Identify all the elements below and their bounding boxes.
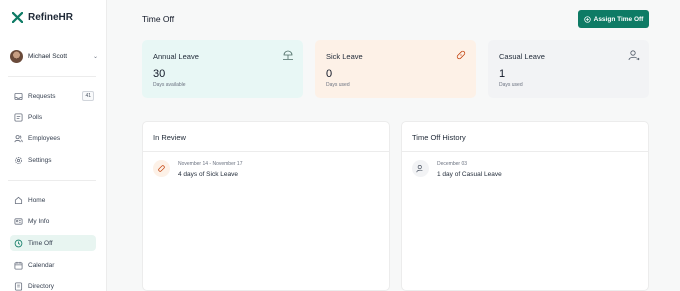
avatar: [10, 50, 23, 63]
clock-icon: [14, 239, 23, 247]
entry-text: 1 day of Casual Leave: [437, 171, 502, 178]
time-off-history-panel: Time Off History December 03 1 day of Ca…: [401, 121, 649, 291]
casual-leave-sub: Days used: [499, 82, 523, 88]
directory-icon: [14, 281, 23, 291]
nav-label: Requests: [28, 92, 56, 100]
sick-leave-card: Sick Leave 0 Days used: [315, 40, 476, 98]
sick-leave-title: Sick Leave: [326, 52, 363, 61]
calendar-icon: [14, 261, 23, 270]
brand-name: RefineHR: [28, 12, 74, 23]
divider: [8, 180, 96, 181]
sick-leave-sub: Days used: [326, 82, 350, 88]
entry-date: November 14 - November 17: [178, 161, 243, 167]
inbox-icon: [14, 92, 23, 100]
home-icon: [14, 196, 23, 204]
casual-leave-value: 1: [499, 68, 506, 80]
annual-leave-card: Annual Leave 30 Days available: [142, 40, 303, 98]
requests-count-badge: 41: [82, 91, 94, 101]
nav-label: Employees: [28, 134, 61, 142]
user-name: Michael Scott: [28, 53, 68, 60]
nav-item-time-off[interactable]: Time Off: [10, 235, 96, 251]
in-review-panel: In Review November 14 - November 17 4 da…: [142, 121, 390, 291]
nav-label: Settings: [28, 156, 52, 164]
nav-label: Polls: [28, 113, 43, 121]
nav-item-polls[interactable]: Polls: [10, 109, 96, 125]
annual-leave-sub: Days available: [153, 82, 186, 88]
user-arrow-icon: [628, 50, 640, 61]
sick-leave-icon: [153, 160, 170, 177]
nav-item-calendar[interactable]: Calendar: [10, 257, 96, 273]
annual-leave-title: Annual Leave: [153, 52, 199, 61]
nav-item-employees[interactable]: Employees: [10, 130, 96, 146]
nav-item-home[interactable]: Home: [10, 192, 96, 208]
sick-leave-value: 0: [326, 68, 333, 80]
nav-label: Time Off: [28, 239, 53, 247]
nav-label: My Info: [28, 217, 50, 225]
chevron-down-icon: ⌄: [92, 54, 98, 60]
divider: [8, 76, 96, 77]
nav-item-settings[interactable]: Settings: [10, 152, 96, 168]
assign-time-off-label: Assign Time Off: [593, 15, 644, 23]
bandage-icon: [456, 50, 466, 60]
casual-leave-title: Casual Leave: [499, 52, 545, 61]
list-item[interactable]: December 03 1 day of Casual Leave: [412, 160, 502, 178]
users-icon: [14, 134, 23, 142]
nav-item-requests[interactable]: Requests 41: [10, 88, 96, 104]
sidebar: RefineHR Michael Scott ⌄ Requests 41 Pol…: [0, 0, 107, 291]
nav-label: Home: [28, 196, 46, 204]
gear-icon: [15, 156, 22, 164]
poll-icon: [14, 112, 23, 122]
brand[interactable]: RefineHR: [12, 12, 73, 23]
casual-leave-icon: [412, 160, 429, 177]
nav-label: Calendar: [28, 261, 55, 269]
id-card-icon: [14, 217, 23, 225]
in-review-title: In Review: [153, 133, 186, 142]
entry-text: 4 days of Sick Leave: [178, 171, 238, 178]
divider: [402, 151, 648, 152]
divider: [143, 151, 389, 152]
nav-item-directory[interactable]: Directory: [10, 278, 96, 291]
list-item[interactable]: November 14 - November 17 4 days of Sick…: [153, 160, 242, 178]
assign-time-off-button[interactable]: Assign Time Off: [578, 10, 649, 28]
logo-icon: [12, 12, 23, 23]
nav-label: Directory: [28, 282, 55, 290]
beach-umbrella-icon: [283, 50, 293, 60]
page-title: Time Off: [142, 14, 175, 24]
history-title: Time Off History: [412, 133, 466, 142]
user-menu[interactable]: Michael Scott ⌄: [10, 50, 98, 63]
plus-circle-icon: [583, 15, 591, 23]
nav-item-my-info[interactable]: My Info: [10, 213, 96, 229]
annual-leave-value: 30: [153, 68, 166, 80]
casual-leave-card: Casual Leave 1 Days used: [488, 40, 649, 98]
entry-date: December 03: [437, 161, 468, 167]
